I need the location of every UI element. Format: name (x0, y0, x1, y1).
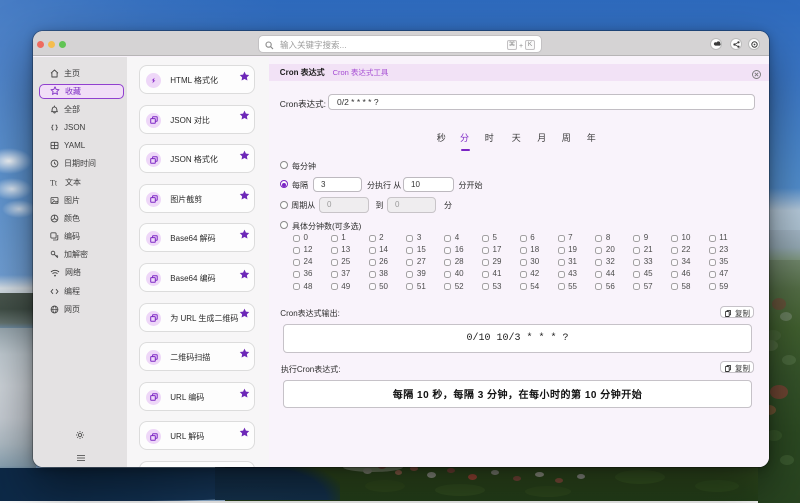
svg-text:Tt: Tt (50, 178, 58, 187)
